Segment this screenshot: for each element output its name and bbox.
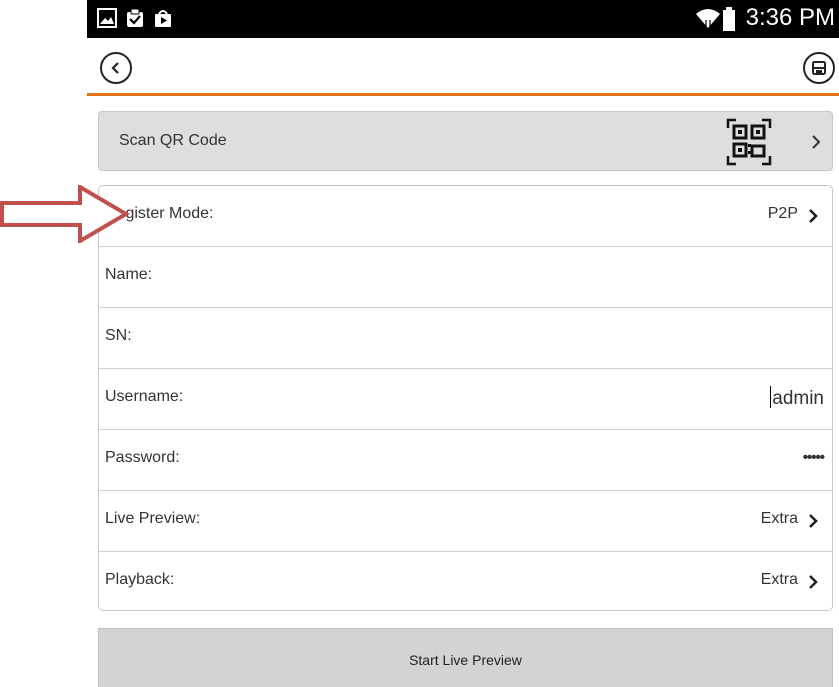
gallery-icon xyxy=(97,8,117,28)
username-row[interactable]: Username: admin xyxy=(99,369,832,430)
username-field[interactable]: admin xyxy=(770,386,824,410)
playback-label: Playback: xyxy=(105,571,175,588)
username-value: admin xyxy=(772,388,824,409)
scan-qr-button[interactable]: Scan QR Code xyxy=(98,111,833,171)
name-row[interactable]: Name: xyxy=(99,247,832,308)
play-store-icon xyxy=(155,10,171,27)
header-accent-line xyxy=(87,93,839,96)
chevron-right-icon xyxy=(809,575,818,589)
playback-row[interactable]: Playback: Extra xyxy=(99,552,832,610)
battery-icon xyxy=(723,7,735,31)
back-icon xyxy=(111,62,119,74)
qr-code-icon xyxy=(726,118,772,166)
chevron-right-icon xyxy=(809,514,818,528)
start-live-preview-button[interactable]: Start Live Preview xyxy=(98,628,833,687)
password-row[interactable]: Password: ••••• xyxy=(99,430,832,491)
app-bar xyxy=(87,38,839,96)
live-preview-label: Live Preview: xyxy=(105,510,201,527)
save-icon xyxy=(812,61,826,75)
chevron-right-icon xyxy=(812,135,821,149)
device-form: Register Mode: P2P Name: SN: Username: a… xyxy=(98,185,833,611)
wifi-icon xyxy=(696,9,720,28)
live-preview-row[interactable]: Live Preview: Extra xyxy=(99,491,832,552)
annotation-arrow xyxy=(0,185,130,243)
register-mode-row[interactable]: Register Mode: P2P xyxy=(99,186,832,247)
status-time: 3:36 PM xyxy=(745,4,835,31)
sn-label: SN: xyxy=(105,327,132,344)
username-label: Username: xyxy=(105,388,184,405)
save-button[interactable] xyxy=(803,52,835,84)
back-button[interactable] xyxy=(100,52,132,84)
password-field[interactable]: ••••• xyxy=(803,449,825,466)
start-live-preview-label: Start Live Preview xyxy=(409,652,522,668)
sn-row[interactable]: SN: xyxy=(99,308,832,369)
password-label: Password: xyxy=(105,449,180,466)
register-mode-value: P2P xyxy=(767,205,798,222)
clipboard-check-icon xyxy=(127,8,143,27)
name-label: Name: xyxy=(105,266,153,283)
chevron-right-icon xyxy=(809,209,818,223)
live-preview-value: Extra xyxy=(760,510,798,527)
status-bar: 3:36 PM xyxy=(87,0,839,38)
scan-qr-label: Scan QR Code xyxy=(119,132,227,149)
playback-value: Extra xyxy=(760,571,798,588)
